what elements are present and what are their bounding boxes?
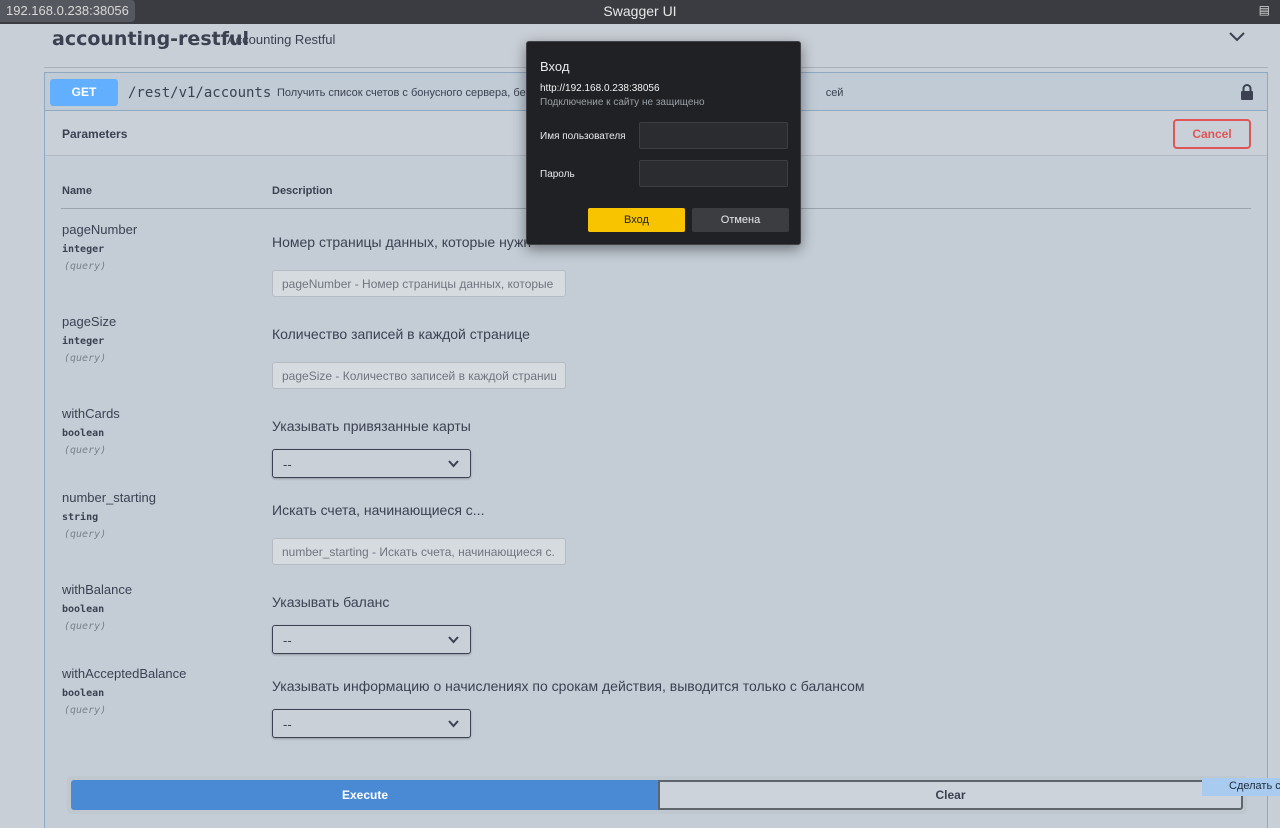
column-description-header: Description	[272, 185, 333, 197]
chevron-down-icon[interactable]	[1228, 30, 1246, 44]
param-name: pageSize	[62, 314, 117, 329]
with-balance-select[interactable]: --	[272, 625, 471, 654]
execute-button[interactable]: Execute	[71, 780, 659, 810]
param-location: (query)	[64, 621, 107, 632]
param-name: withBalance	[62, 582, 133, 597]
param-name: withAcceptedBalance	[62, 666, 187, 681]
clear-button[interactable]: Clear	[658, 780, 1243, 810]
param-name: withCards	[62, 406, 120, 421]
chevron-down-icon	[448, 720, 459, 728]
param-name: pageNumber	[62, 222, 138, 237]
param-type: boolean	[62, 428, 105, 439]
password-field[interactable]	[639, 160, 788, 187]
cancel-button[interactable]: Cancel	[1173, 119, 1251, 149]
with-cards-select[interactable]: --	[272, 449, 471, 478]
param-type: string	[62, 512, 99, 523]
api-title: accounting-restful	[52, 28, 250, 50]
param-description: Количество записей в каждой странице	[272, 326, 530, 342]
param-type: integer	[62, 244, 105, 255]
dialog-warning: Подключение к сайту не защищено	[540, 97, 705, 108]
login-button[interactable]: Вход	[588, 208, 685, 232]
extension-icon[interactable]: ▤	[1259, 3, 1270, 17]
dialog-host: http://192.168.0.238:38056	[540, 83, 660, 94]
param-location: (query)	[64, 529, 107, 540]
param-description: Указывать информацию о начислениях по ср…	[272, 678, 865, 694]
dialog-cancel-button[interactable]: Отмена	[692, 208, 789, 232]
number-starting-input[interactable]	[272, 538, 566, 565]
username-label: Имя пользователя	[540, 131, 626, 142]
select-value: --	[283, 457, 292, 472]
param-location: (query)	[64, 261, 107, 272]
chevron-down-icon	[448, 636, 459, 644]
param-description: Искать счета, начинающиеся с...	[272, 502, 485, 518]
select-value: --	[283, 717, 292, 732]
column-name-header: Name	[62, 185, 92, 197]
username-field[interactable]	[639, 122, 788, 149]
password-label: Пароль	[540, 169, 575, 180]
param-type: integer	[62, 336, 105, 347]
chevron-down-icon	[448, 460, 459, 468]
param-type: boolean	[62, 688, 105, 699]
param-description: Указывать баланс	[272, 594, 390, 610]
window-title: Swagger UI	[603, 3, 677, 19]
with-accepted-balance-select[interactable]: --	[272, 709, 471, 738]
dialog-title: Вход	[540, 59, 570, 74]
param-description: Номер страницы данных, которые нужн	[272, 234, 532, 250]
window-titlebar: 192.168.0.238:38056 Swagger UI ▤	[0, 0, 1280, 24]
param-location: (query)	[64, 445, 107, 456]
operation-path: /rest/v1/accounts	[128, 85, 272, 101]
method-badge: GET	[50, 79, 118, 106]
param-type: boolean	[62, 604, 105, 615]
parameters-title: Parameters	[62, 127, 128, 141]
page-size-input[interactable]	[272, 362, 566, 389]
auth-dialog: Вход http://192.168.0.238:38056 Подключе…	[526, 41, 801, 245]
select-value: --	[283, 633, 292, 648]
param-name: number_starting	[62, 490, 156, 505]
screenshot-tooltip[interactable]: Сделать ск	[1202, 778, 1280, 796]
param-location: (query)	[64, 353, 107, 364]
param-location: (query)	[64, 705, 107, 716]
lock-icon[interactable]	[1240, 83, 1254, 101]
api-subtitle: Accounting Restful	[227, 32, 336, 47]
page-number-input[interactable]	[272, 270, 566, 297]
param-description: Указывать привязанные карты	[272, 418, 471, 434]
